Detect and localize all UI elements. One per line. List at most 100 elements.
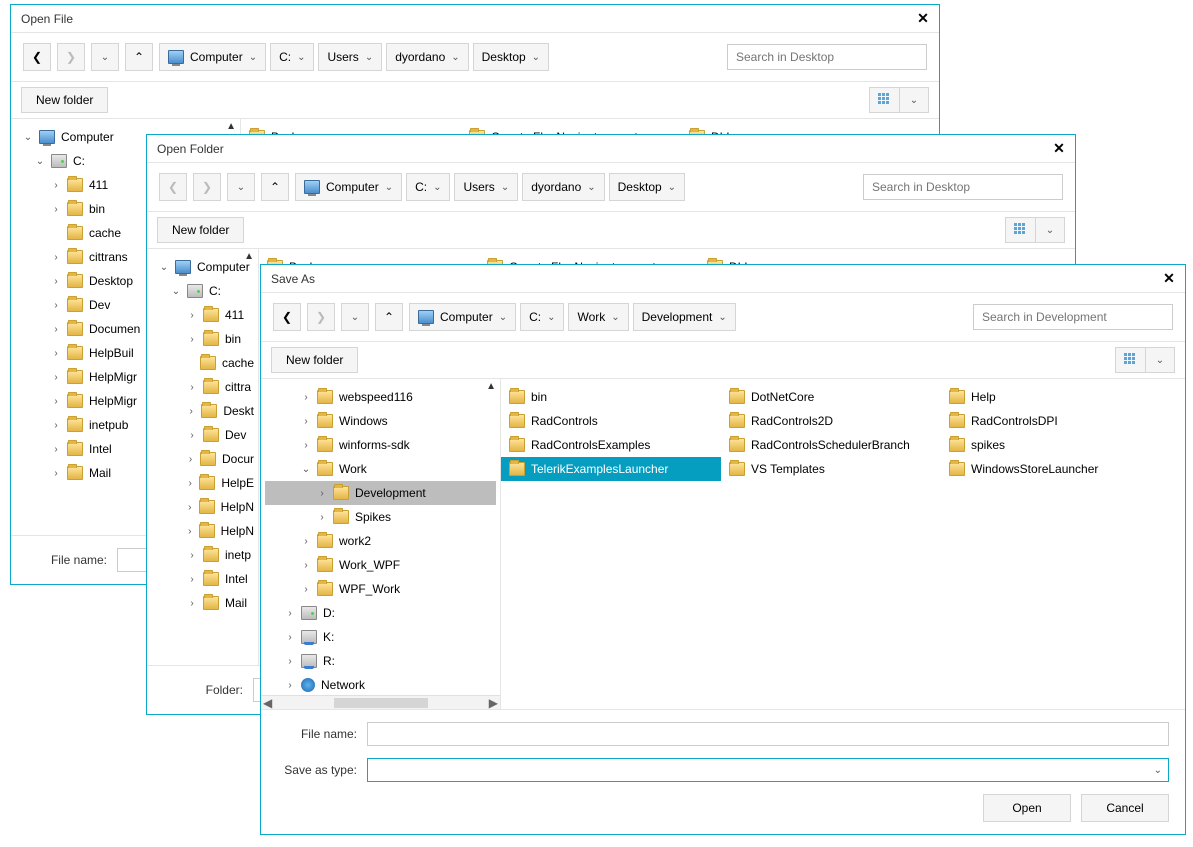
tree-node[interactable]: ›work2 xyxy=(265,529,496,553)
tree-node[interactable]: ›411 xyxy=(151,303,254,327)
up-button[interactable]: ⌃ xyxy=(261,173,289,201)
tree-node[interactable]: ›HelpE xyxy=(151,471,254,495)
list-item[interactable]: RadControls2D xyxy=(721,409,941,433)
open-button[interactable]: Open xyxy=(983,794,1071,822)
breadcrumb-segment-desktop[interactable]: Desktop⌄ xyxy=(473,43,549,71)
tree-node[interactable]: ›K: xyxy=(265,625,496,649)
folder-tree[interactable]: ▲ ⌄Computer⌄C:›411›bin›cache›cittra›Desk… xyxy=(147,249,259,665)
tree-node[interactable]: ›Spikes xyxy=(265,505,496,529)
new-folder-button[interactable]: New folder xyxy=(271,347,358,373)
dialog-body: ▲ ›webspeed116›Windows›winforms-sdk⌄Work… xyxy=(261,379,1185,709)
tree-node[interactable]: ›Mail xyxy=(151,591,254,615)
history-button[interactable]: ⌄ xyxy=(91,43,119,71)
computer-icon xyxy=(168,50,184,64)
tree-node[interactable]: ›WPF_Work xyxy=(265,577,496,601)
search-input[interactable] xyxy=(973,304,1173,330)
breadcrumb-segment-c[interactable]: C:⌄ xyxy=(520,303,564,331)
save-as-type-select[interactable]: ⌄ xyxy=(367,758,1169,782)
grid-view-button[interactable] xyxy=(1115,347,1145,373)
folder-label: Folder: xyxy=(163,683,243,697)
tree-label: Intel xyxy=(225,572,248,586)
tree-node[interactable]: ›Docur xyxy=(151,447,254,471)
tree-node[interactable]: ›webspeed116 xyxy=(265,385,496,409)
close-button[interactable]: ✕ xyxy=(915,11,931,27)
up-button[interactable]: ⌃ xyxy=(375,303,403,331)
nav-toolbar: ❮ ❯ ⌄ ⌃ Computer⌄ C:⌄ Work⌄ Development⌄ xyxy=(261,293,1185,341)
tree-node[interactable]: ›Work_WPF xyxy=(265,553,496,577)
breadcrumb-segment-c[interactable]: C:⌄ xyxy=(406,173,450,201)
back-button[interactable]: ❮ xyxy=(273,303,301,331)
breadcrumb-segment-users[interactable]: Users⌄ xyxy=(318,43,382,71)
grid-view-button[interactable] xyxy=(1005,217,1035,243)
view-dropdown-button[interactable]: ⌄ xyxy=(1145,347,1175,373)
search-input[interactable] xyxy=(863,174,1063,200)
tree-node[interactable]: ⌄Work xyxy=(265,457,496,481)
breadcrumb-segment-computer[interactable]: Computer⌄ xyxy=(159,43,266,71)
folder-icon xyxy=(67,370,83,384)
breadcrumb-segment-computer[interactable]: Computer⌄ xyxy=(295,173,402,201)
back-button[interactable]: ❮ xyxy=(159,173,187,201)
forward-button[interactable]: ❯ xyxy=(193,173,221,201)
history-button[interactable]: ⌄ xyxy=(227,173,255,201)
list-item[interactable]: Help xyxy=(941,385,1161,409)
tree-node[interactable]: ›HelpN xyxy=(151,495,254,519)
tree-node[interactable]: ›D: xyxy=(265,601,496,625)
close-button[interactable]: ✕ xyxy=(1051,141,1067,157)
close-button[interactable]: ✕ xyxy=(1161,271,1177,287)
folder-icon xyxy=(67,250,83,264)
tree-node[interactable]: ⌄C: xyxy=(151,279,254,303)
view-dropdown-button[interactable]: ⌄ xyxy=(1035,217,1065,243)
new-folder-button[interactable]: New folder xyxy=(157,217,244,243)
breadcrumb-segment-dyordano[interactable]: dyordano⌄ xyxy=(386,43,468,71)
view-dropdown-button[interactable]: ⌄ xyxy=(899,87,929,113)
list-item[interactable]: spikes xyxy=(941,433,1161,457)
forward-button[interactable]: ❯ xyxy=(307,303,335,331)
tree-node[interactable]: ›winforms-sdk xyxy=(265,433,496,457)
forward-button[interactable]: ❯ xyxy=(57,43,85,71)
history-button[interactable]: ⌄ xyxy=(341,303,369,331)
breadcrumb-segment-work[interactable]: Work⌄ xyxy=(568,303,628,331)
list-item[interactable]: RadControlsDPI xyxy=(941,409,1161,433)
filename-input[interactable] xyxy=(367,722,1169,746)
tree-node[interactable]: ›HelpN xyxy=(151,519,254,543)
breadcrumb-segment-users[interactable]: Users⌄ xyxy=(454,173,518,201)
tree-label: HelpMigr xyxy=(89,370,137,384)
tree-node[interactable]: ›Deskt xyxy=(151,399,254,423)
list-item[interactable]: RadControls xyxy=(501,409,721,433)
tree-node[interactable]: ›bin xyxy=(151,327,254,351)
list-item[interactable]: DotNetCore xyxy=(721,385,941,409)
up-button[interactable]: ⌃ xyxy=(125,43,153,71)
nav-toolbar: ❮ ❯ ⌄ ⌃ Computer⌄ C:⌄ Users⌄ dyordano⌄ D… xyxy=(147,163,1075,211)
breadcrumb-segment-dyordano[interactable]: dyordano⌄ xyxy=(522,173,604,201)
tree-h-scrollbar[interactable]: ◀▶ xyxy=(261,695,500,709)
tree-node[interactable]: ›R: xyxy=(265,649,496,673)
breadcrumb-segment-c[interactable]: C:⌄ xyxy=(270,43,314,71)
search-input[interactable] xyxy=(727,44,927,70)
tree-node[interactable]: ›Network xyxy=(265,673,496,697)
tree-node[interactable]: ›cache xyxy=(151,351,254,375)
tree-node[interactable]: ›Intel xyxy=(151,567,254,591)
tree-node[interactable]: ›cittra xyxy=(151,375,254,399)
list-item[interactable]: VS Templates xyxy=(721,457,941,481)
file-list[interactable]: binRadControlsRadControlsExamplesTelerik… xyxy=(501,379,1185,709)
breadcrumb-segment-desktop[interactable]: Desktop⌄ xyxy=(609,173,685,201)
title-bar: Open File ✕ xyxy=(11,5,939,33)
list-item[interactable]: RadControlsSchedulerBranch xyxy=(721,433,941,457)
grid-view-button[interactable] xyxy=(869,87,899,113)
tree-node[interactable]: ›Development xyxy=(265,481,496,505)
breadcrumb-segment-computer[interactable]: Computer⌄ xyxy=(409,303,516,331)
tree-node[interactable]: ›Dev xyxy=(151,423,254,447)
list-item[interactable]: TelerikExamplesLauncher xyxy=(501,457,721,481)
list-item[interactable]: bin xyxy=(501,385,721,409)
tree-node[interactable]: ⌄Computer xyxy=(151,255,254,279)
tree-node[interactable]: ›inetp xyxy=(151,543,254,567)
breadcrumb-segment-development[interactable]: Development⌄ xyxy=(633,303,736,331)
list-item[interactable]: RadControlsExamples xyxy=(501,433,721,457)
tree-node[interactable]: ›Windows xyxy=(265,409,496,433)
list-item[interactable]: WindowsStoreLauncher xyxy=(941,457,1161,481)
back-button[interactable]: ❮ xyxy=(23,43,51,71)
tree-label: bin xyxy=(225,332,241,346)
cancel-button[interactable]: Cancel xyxy=(1081,794,1169,822)
folder-tree[interactable]: ▲ ›webspeed116›Windows›winforms-sdk⌄Work… xyxy=(261,379,501,709)
new-folder-button[interactable]: New folder xyxy=(21,87,108,113)
